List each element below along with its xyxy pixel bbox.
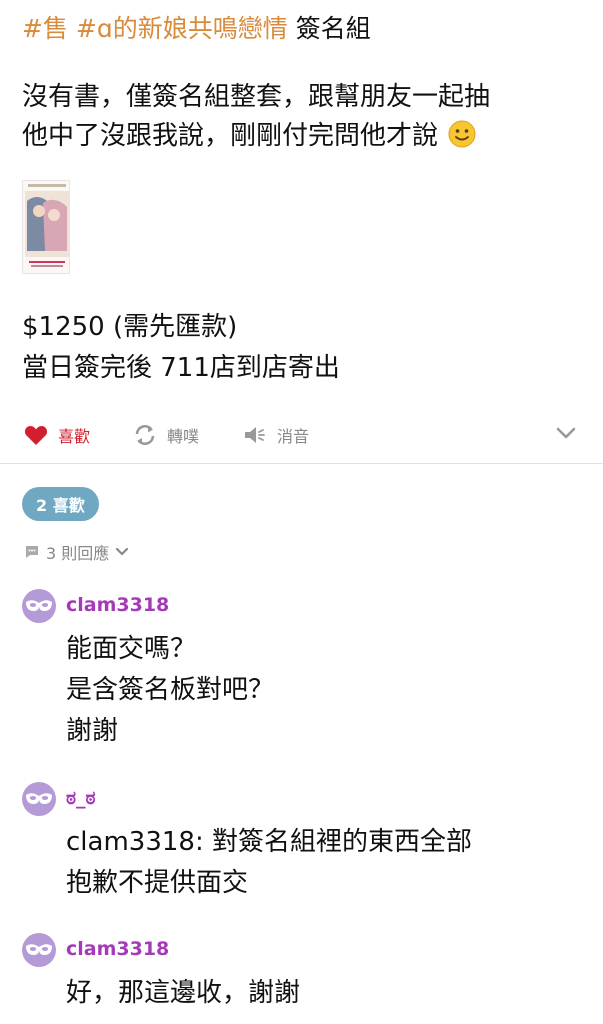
comment-line: 抱歉不提供面交: [66, 868, 249, 898]
mute-button[interactable]: 消音: [243, 420, 309, 450]
mask-avatar-icon: [26, 793, 52, 804]
post-body-line: 沒有書，僅簽名組整套，跟幫朋友一起抽: [22, 82, 491, 112]
tag-series[interactable]: #ɑ的新娘共鳴戀情: [76, 14, 288, 43]
replies-toggle[interactable]: 3 則回應: [24, 540, 135, 564]
mute-label: 消音: [277, 427, 310, 446]
avatar[interactable]: [22, 589, 56, 623]
repost-icon: [135, 425, 155, 445]
post-body: 沒有書，僅簽名組整套，跟幫朋友一起抽 他中了沒跟我說，剛剛付完問他才說: [22, 78, 490, 156]
speaker-icon: [245, 427, 265, 443]
likes-count-badge[interactable]: 2 喜歡: [22, 487, 99, 521]
comment-username[interactable]: ಠ_ಠ: [66, 787, 96, 809]
mask-avatar-icon: [26, 944, 52, 955]
repost-button[interactable]: 轉噗: [133, 420, 199, 450]
avatar[interactable]: [22, 933, 56, 967]
comment-text: 能面交嗎？ 是含簽名板對吧？ 謝謝: [66, 629, 274, 752]
post-title-line: #售 #ɑ的新娘共鳴戀情 簽名組: [22, 12, 371, 46]
heart-icon: [24, 425, 48, 445]
like-button[interactable]: 喜歡: [24, 420, 90, 450]
comment-username[interactable]: clam3318: [66, 938, 169, 960]
tag-sale[interactable]: #售: [22, 14, 68, 43]
replies-count: 3 則回應: [46, 544, 110, 563]
post-title: 簽名組: [295, 14, 371, 43]
comment-line: clam3318: 對簽名組裡的東西全部: [66, 827, 472, 857]
price-info: $1250 (需先匯款) 當日簽完後 711店到店寄出: [22, 307, 340, 389]
comment-line: 是含簽名板對吧？: [66, 675, 275, 705]
divider: [0, 463, 603, 464]
comment-icon: [26, 546, 38, 558]
post-image-thumbnail[interactable]: [22, 180, 70, 274]
plurk-post: #售 #ɑ的新娘共鳴戀情 簽名組 沒有書，僅簽名組整套，跟幫朋友一起抽 他中了沒…: [0, 0, 603, 1024]
comment-line: 謝謝: [66, 716, 119, 746]
comment-line: 好，那這邊收，謝謝: [66, 978, 301, 1008]
shipping-line: 當日簽完後 711店到店寄出: [22, 353, 340, 383]
repost-label: 轉噗: [167, 427, 200, 446]
artwork-image: [23, 181, 69, 273]
post-actions: 喜歡 轉噗 消音: [0, 416, 603, 454]
comment-line: 能面交嗎？: [66, 634, 197, 664]
comment-text: 好，那這邊收，謝謝: [66, 973, 300, 1014]
comment-text: clam3318: 對簽名組裡的東西全部 抱歉不提供面交: [66, 822, 472, 904]
price-line: $1250 (需先匯款): [22, 312, 238, 342]
avatar[interactable]: [22, 782, 56, 816]
chevron-down-icon[interactable]: [555, 426, 577, 440]
like-label: 喜歡: [58, 427, 91, 446]
mask-avatar-icon: [26, 600, 52, 611]
smile-emoji-icon: [448, 120, 476, 148]
post-body-line: 他中了沒跟我說，剛剛付完問他才說: [22, 121, 439, 151]
comment-username[interactable]: clam3318: [66, 594, 169, 616]
chevron-down-icon: [116, 547, 129, 556]
post-body-line-with-emoji: 他中了沒跟我說，剛剛付完問他才說: [22, 117, 490, 156]
